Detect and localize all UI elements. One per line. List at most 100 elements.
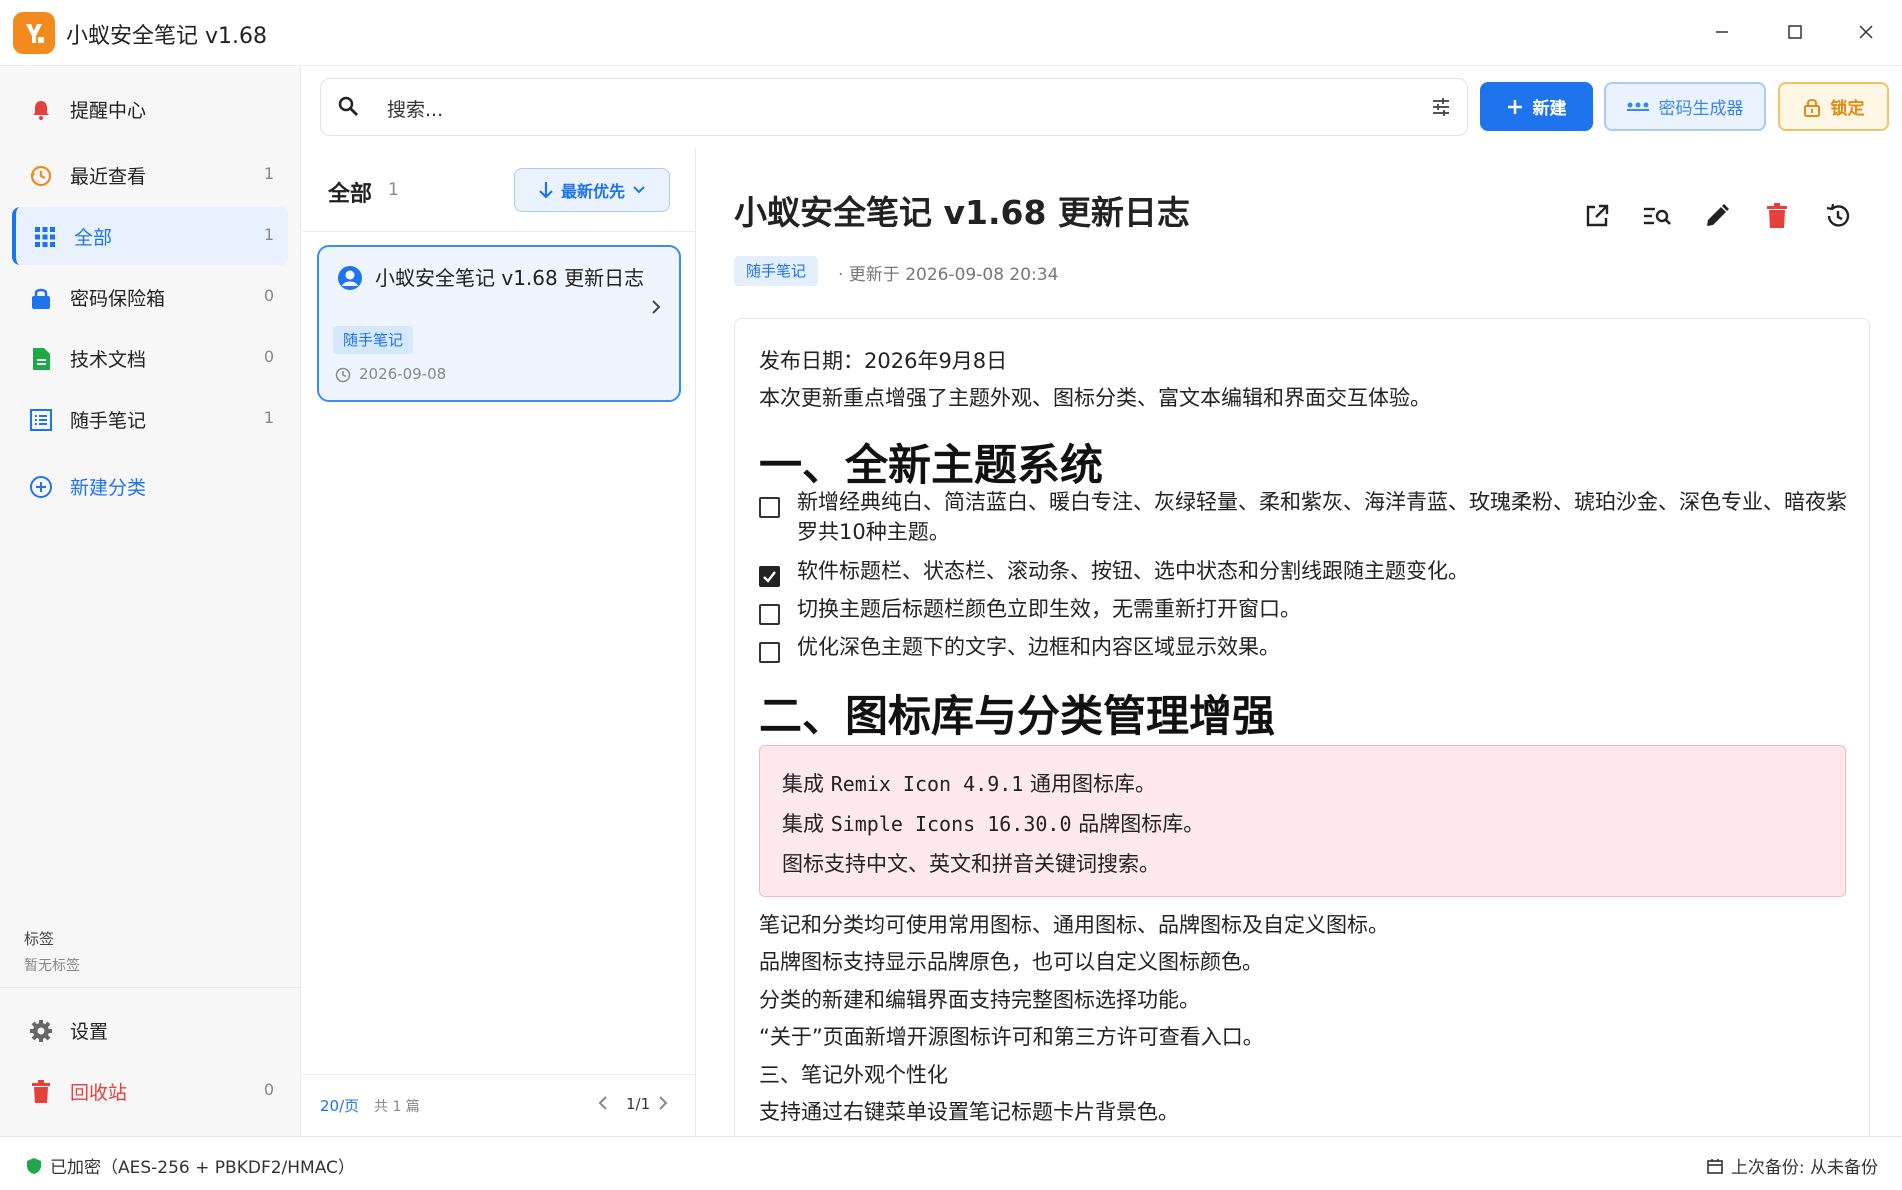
- prev-page-icon[interactable]: [598, 1095, 608, 1115]
- sidebar-item-label: 全部: [74, 227, 113, 249]
- sort-dropdown[interactable]: 最新优先: [514, 168, 670, 212]
- bell-icon: [28, 97, 54, 123]
- title-bar: 小蚁安全笔记 v1.68: [0, 0, 1902, 66]
- chevron-right-icon: [651, 299, 661, 319]
- maximize-button[interactable]: [1771, 10, 1819, 54]
- highlight-block: 集成 Remix Icon 4.9.1 通用图标库。 集成 Simple Ico…: [759, 745, 1846, 897]
- sidebar-item-label: 新建分类: [70, 477, 147, 499]
- highlight-line: 集成 Remix Icon 4.9.1 通用图标库。: [782, 772, 1157, 796]
- sidebar-item-count: 0: [263, 347, 274, 366]
- release-date-line: 发布日期：2026年9月8日: [759, 349, 1008, 373]
- sidebar-item-settings[interactable]: 设置: [12, 1001, 288, 1059]
- page-indicator: 1/1: [626, 1095, 651, 1113]
- note-title: 小蚁安全笔记 v1.68 更新日志: [375, 266, 645, 290]
- shield-icon: [26, 1157, 42, 1175]
- new-note-button[interactable]: 新建: [1480, 82, 1593, 131]
- lock-button[interactable]: 锁定: [1778, 82, 1889, 131]
- highlight-line: 图标支持中文、英文和拼音关键词搜索。: [782, 852, 1160, 876]
- paragraph: 品牌图标支持显示品牌原色，也可以自定义图标颜色。: [759, 950, 1263, 974]
- arrow-down-icon: [539, 181, 553, 199]
- checkbox[interactable]: [759, 642, 780, 663]
- app-logo-icon: [13, 12, 55, 54]
- search-input[interactable]: 搜索...: [320, 78, 1468, 136]
- search-input-text: 搜索...: [387, 99, 444, 121]
- total-count: 共 1 篇: [374, 1099, 420, 1115]
- chevron-down-icon: [633, 186, 645, 194]
- sidebar: 提醒中心 最近查看 1 全部 1 密码保险箱 0 技术文档 0 随手笔记 1 新…: [0, 67, 301, 1136]
- sidebar-item-count: 1: [263, 225, 274, 244]
- sidebar-item-quick-notes[interactable]: 随手笔记 1: [12, 390, 288, 448]
- sidebar-item-trash[interactable]: 回收站 0: [12, 1062, 288, 1120]
- list-header: 全部 1 最新优先: [302, 148, 696, 232]
- paragraph: 三、笔记外观个性化: [759, 1063, 948, 1087]
- document-icon: [28, 346, 54, 372]
- edit-icon[interactable]: [1697, 196, 1737, 236]
- note-content[interactable]: 发布日期：2026年9月8日 本次更新重点增强了主题外观、图标分类、富文本编辑和…: [734, 318, 1870, 1136]
- note-detail-title: 小蚁安全笔记 v1.68 更新日志: [734, 193, 1190, 232]
- gear-icon: [28, 1018, 54, 1044]
- sidebar-item-recent[interactable]: 最近查看 1: [12, 146, 288, 204]
- lock-label: 锁定: [1830, 99, 1865, 119]
- backup-status: 上次备份: 从未备份: [1707, 1153, 1878, 1178]
- filter-settings-icon[interactable]: [1431, 97, 1451, 121]
- find-in-note-icon[interactable]: [1637, 196, 1677, 236]
- sidebar-item-password-vault[interactable]: 密码保险箱 0: [12, 268, 288, 326]
- note-category-badge: 随手笔记: [734, 256, 819, 286]
- checkbox[interactable]: [759, 497, 780, 518]
- sidebar-item-reminders[interactable]: 提醒中心: [12, 80, 288, 138]
- checkbox[interactable]: [759, 604, 780, 625]
- new-category-button[interactable]: 新建分类: [12, 457, 288, 515]
- dots-icon: [1626, 102, 1649, 112]
- checklist-item: 软件标题栏、状态栏、滚动条、按钮、选中状态和分割线跟随主题变化。: [797, 559, 1469, 583]
- sort-label: 最新优先: [560, 182, 625, 201]
- list-icon: [28, 407, 54, 433]
- history-icon[interactable]: [1818, 196, 1858, 236]
- lock-icon: [1803, 97, 1821, 117]
- intro-line: 本次更新重点增强了主题外观、图标分类、富文本编辑和界面交互体验。: [759, 386, 1431, 410]
- paragraph: 分类的新建和编辑界面支持完整图标选择功能。: [759, 988, 1200, 1012]
- sidebar-item-count: 1: [263, 164, 274, 183]
- page-size-select[interactable]: 20/页: [320, 1095, 359, 1116]
- plus-icon: [1507, 99, 1523, 115]
- trash-icon: [28, 1079, 54, 1105]
- note-updated-time: · 更新于 2026-09-08 20:34: [838, 265, 1059, 285]
- sidebar-item-count: 1: [263, 408, 274, 427]
- open-external-icon[interactable]: [1577, 196, 1617, 236]
- checkbox-checked[interactable]: [759, 566, 780, 587]
- close-button[interactable]: [1842, 10, 1890, 54]
- sidebar-item-label: 回收站: [70, 1082, 128, 1104]
- password-generator-button[interactable]: 密码生成器: [1604, 82, 1766, 131]
- tags-title: 标签: [24, 930, 55, 948]
- sidebar-item-count: 0: [263, 286, 274, 305]
- sidebar-item-count: 0: [263, 1080, 274, 1099]
- backup-status-text: 上次备份: 从未备份: [1730, 1158, 1878, 1178]
- note-list-panel: 全部 1 最新优先 小蚁安全笔记 v1.68 更新日志 随手笔记 2026-09…: [302, 148, 696, 1136]
- status-bar: 已加密（AES-256 + PBKDF2/HMAC） 上次备份: 从未备份: [0, 1136, 1902, 1190]
- paragraph: 笔记和分类均可使用常用图标、通用图标、品牌图标及自定义图标。: [759, 913, 1389, 937]
- add-circle-icon: [28, 474, 54, 500]
- paragraph: 支持通过右键菜单设置笔记标题卡片背景色。: [759, 1100, 1179, 1124]
- clock-icon: [335, 367, 351, 387]
- list-count: 1: [388, 180, 399, 200]
- next-page-icon[interactable]: [658, 1095, 668, 1115]
- sidebar-item-label: 技术文档: [70, 349, 147, 371]
- check-icon: [763, 571, 776, 583]
- checklist-item: 优化深色主题下的文字、边框和内容区域显示效果。: [797, 635, 1280, 659]
- note-date: 2026-09-08: [359, 365, 447, 383]
- sidebar-item-all[interactable]: 全部 1: [12, 207, 288, 265]
- delete-icon[interactable]: [1757, 196, 1797, 236]
- encryption-status-text: 已加密（AES-256 + PBKDF2/HMAC）: [50, 1158, 355, 1178]
- sidebar-item-label: 设置: [70, 1021, 109, 1043]
- password-generator-label: 密码生成器: [1658, 99, 1744, 119]
- lock-icon: [28, 285, 54, 311]
- list-title: 全部: [328, 182, 373, 207]
- minimize-button[interactable]: [1698, 10, 1746, 54]
- pagination: 20/页 共 1 篇 1/1: [302, 1074, 696, 1136]
- note-list-item[interactable]: 小蚁安全笔记 v1.68 更新日志 随手笔记 2026-09-08: [317, 245, 681, 402]
- sidebar-item-tech-docs[interactable]: 技术文档 0: [12, 329, 288, 387]
- note-category-badge: 随手笔记: [333, 326, 414, 354]
- history-icon: [28, 163, 54, 189]
- calendar-icon: [1707, 1158, 1723, 1174]
- new-note-label: 新建: [1532, 99, 1567, 119]
- encryption-status: 已加密（AES-256 + PBKDF2/HMAC）: [26, 1153, 355, 1178]
